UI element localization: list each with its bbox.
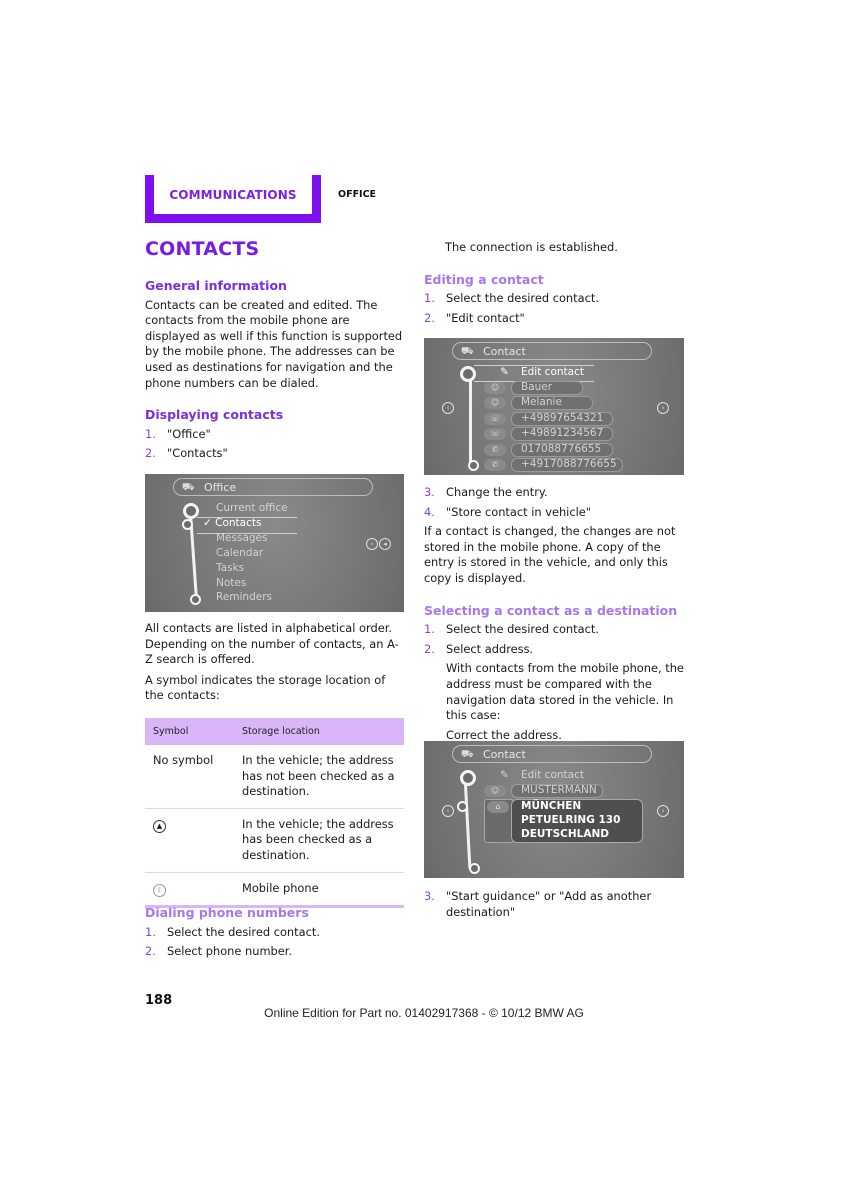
- editing-section: The connection is established. Editing a…: [424, 240, 686, 326]
- list-item: 1. Select the desired contact.: [424, 622, 599, 637]
- general-info-heading: General information: [145, 278, 287, 293]
- symbol-paragraph: A symbol indicates the storage location …: [145, 672, 386, 703]
- page-title: CONTACTS: [145, 238, 260, 260]
- person-icon: ☺: [484, 382, 506, 394]
- screen-titlebar: ⛟ Contact: [452, 745, 652, 763]
- field-mobile: 017088776655: [521, 443, 602, 455]
- field-last-name: MUSTERMANN: [521, 784, 597, 796]
- destination-heading: Selecting a contact as a destination: [424, 602, 678, 618]
- header-symbol: Symbol: [153, 725, 189, 737]
- option-icon: ›: [657, 805, 669, 817]
- editing-note: If a contact is changed, the changes are…: [424, 524, 676, 585]
- checked-destination-icon: ▲: [153, 819, 166, 833]
- rail-knob-bottom: [468, 460, 479, 471]
- screen-titlebar: ⛟ Office: [173, 478, 373, 496]
- rail-knob-bottom: [190, 594, 201, 605]
- screen-titlebar: ⛟ Contact: [452, 342, 652, 360]
- section-tab: COMMUNICATIONS: [145, 175, 321, 223]
- table-row: No symbol In the vehicle; the address ha…: [145, 745, 404, 809]
- person-icon: ☺: [484, 785, 506, 797]
- selection-rail: [469, 374, 472, 466]
- business-phone-icon: ☏: [484, 428, 506, 440]
- menu-item-edit-contact: Edit contact: [521, 366, 584, 378]
- mobile-phone-icon: ✆: [484, 459, 506, 471]
- storage-symbol-table: Symbol Storage location No symbol In the…: [145, 718, 404, 908]
- edit-pencil-icon: ✎: [500, 366, 509, 378]
- displaying-heading: Displaying contacts: [145, 407, 284, 423]
- address-compare-text: With contacts from the mobile phone, the…: [446, 661, 684, 723]
- contacts-order-text: All contacts are listed in alphabetical …: [145, 621, 405, 704]
- list-item: 2. "Edit contact": [424, 310, 525, 325]
- back-icon: ‹: [442, 402, 454, 414]
- symbol-cell: No symbol: [153, 753, 214, 767]
- office-menu-screenshot: ⛟ Office Current office ✓ Contacts Messa…: [145, 474, 404, 612]
- home-phone-icon: ☏: [484, 413, 506, 425]
- symbol-cell: ▲: [145, 817, 242, 864]
- list-item: 3. "Start guidance" or "Add as another d…: [424, 889, 652, 919]
- contact-address-screenshot: ⛟ Contact ‹ › ✎ Edit contact ☺ MUSTERMAN…: [424, 741, 684, 878]
- menu-item-messages: Messages: [216, 532, 268, 544]
- car-list-icon: ⛟: [182, 482, 195, 493]
- menu-item-reminders: Reminders: [216, 591, 272, 603]
- forward-icon: ›: [366, 538, 378, 550]
- list-item: 1. "Office": [145, 426, 211, 441]
- menu-item-calendar: Calendar: [216, 547, 264, 559]
- alphabetical-paragraph: All contacts are listed in alphabetical …: [145, 621, 399, 667]
- editing-heading: Editing a contact: [424, 271, 544, 287]
- editing-continued: 3. Change the entry. 4. "Store contact i…: [424, 485, 686, 743]
- menu-item-notes: Notes: [216, 577, 247, 589]
- option-icon: ›: [657, 402, 669, 414]
- list-item: 1. Select the desired contact.: [145, 924, 320, 939]
- menu-item-edit-contact: Edit contact: [521, 769, 584, 781]
- connection-text: The connection is established.: [445, 240, 618, 254]
- destination-final-step: 3. "Start guidance" or "Add as another d…: [424, 889, 686, 920]
- option-icon: ◂: [379, 538, 391, 550]
- field-last-name: Bauer: [521, 381, 553, 393]
- address-city: MÜNCHEN: [521, 800, 582, 812]
- list-item: 2. "Contacts": [145, 446, 228, 461]
- footer-edition: Online Edition for Part no. 01402917368 …: [264, 1006, 584, 1020]
- back-icon: ‹: [442, 805, 454, 817]
- rail-knob-bottom: [469, 863, 480, 874]
- subsection-label: OFFICE: [338, 189, 377, 200]
- list-item: 1. Select the desired contact.: [424, 291, 599, 306]
- symbol-cell: ᛒ: [145, 881, 242, 897]
- address-country: DEUTSCHLAND: [521, 828, 609, 840]
- address-icon: ⌂: [487, 801, 509, 813]
- dialing-section: Dialing phone numbers 1. Select the desi…: [145, 905, 405, 960]
- edit-pencil-icon: ✎: [500, 769, 509, 781]
- location-cell: Mobile phone: [242, 880, 319, 895]
- car-list-icon: ⛟: [461, 346, 474, 357]
- header-storage-location: Storage location: [242, 725, 320, 737]
- location-cell: In the vehicle; the address has not been…: [242, 753, 395, 799]
- list-item: 3. Change the entry.: [424, 485, 548, 499]
- location-cell: In the vehicle; the address has been che…: [242, 816, 394, 862]
- rail-knob-selected: [457, 801, 468, 812]
- field-first-name: Melanie: [521, 396, 562, 408]
- list-item: 4. "Store contact in vehicle": [424, 504, 592, 519]
- rail-knob-top: [460, 770, 476, 786]
- table-row: ᛒ Mobile phone: [145, 873, 404, 908]
- menu-item-tasks: Tasks: [216, 562, 245, 574]
- dialing-heading: Dialing phone numbers: [145, 905, 309, 920]
- mobile-phone-icon: ᛒ: [153, 883, 166, 897]
- contact-edit-screenshot: ⛟ Contact ‹ › ✎ Edit contact ☺ Bauer ☺ M…: [424, 338, 684, 475]
- person-icon: ☺: [484, 397, 506, 409]
- field-phone-business: +49891234567: [521, 427, 604, 439]
- general-info-body: Contacts can be created and edited. The …: [145, 297, 403, 390]
- section-tab-label: COMMUNICATIONS: [169, 187, 297, 202]
- list-item: 2. Select address.: [424, 641, 534, 656]
- menu-item-contacts: ✓ Contacts: [203, 517, 262, 529]
- field-mobile-2: +4917088776655: [521, 458, 617, 470]
- general-info-section: General information Contacts can be crea…: [145, 278, 405, 462]
- rail-knob-selected: [182, 519, 193, 530]
- address-street: PETUELRING 130: [521, 814, 621, 826]
- mobile-phone-icon: ✆: [484, 444, 506, 456]
- table-header: Symbol Storage location: [145, 718, 404, 745]
- list-item: 2. Select phone number.: [145, 944, 293, 959]
- table-row: ▲ In the vehicle; the address has been c…: [145, 809, 404, 873]
- menu-item-current-office: Current office: [216, 502, 288, 514]
- car-list-icon: ⛟: [461, 749, 474, 760]
- field-phone-home: +49897654321: [521, 412, 604, 424]
